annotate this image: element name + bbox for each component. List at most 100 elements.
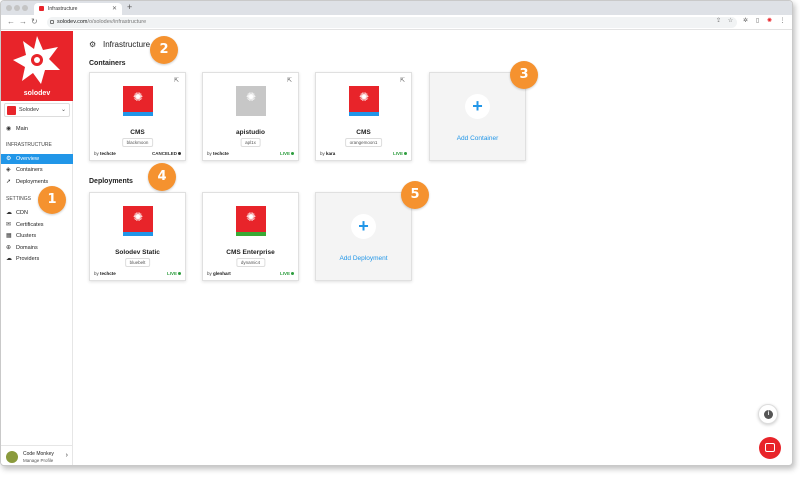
solodev-star-icon: ✺ <box>245 210 257 224</box>
solodev-favicon-icon <box>39 6 44 11</box>
sidebar-item-containers[interactable]: ◈ Containers <box>1 165 73 175</box>
status-badge: LIVE <box>280 151 294 156</box>
tab-bar: Infrastructure ✕ + <box>1 1 792 15</box>
main-content: ⚙ Infrastructure Containers ⇱ ✺ CMS blac… <box>74 31 792 465</box>
sidebar-item-label: Overview <box>16 156 39 162</box>
add-container-button[interactable]: + Add Container <box>429 72 526 161</box>
thumbnail-band <box>236 232 266 236</box>
sidebar-toggle-icon[interactable]: ▯ <box>754 18 761 25</box>
address-bar-row: ← → ↻ solodev.com/o/solodev/infrastructu… <box>1 15 792 30</box>
chat-icon <box>765 443 775 452</box>
new-tab-icon[interactable]: + <box>127 2 132 12</box>
thumbnail-band <box>123 232 153 236</box>
browser-menu-icon[interactable]: ⋮ <box>779 18 786 25</box>
main-icon: ◉ <box>6 126 12 132</box>
window-minimize-dot[interactable] <box>14 5 20 11</box>
container-tag: orangemoon1 <box>344 138 383 147</box>
chevron-right-icon: › <box>65 452 68 459</box>
profile-menu[interactable]: Code Monkey Manage Profile › <box>1 445 73 465</box>
browser-tab[interactable]: Infrastructure ✕ <box>34 3 122 15</box>
sidebar-item-domains[interactable]: ⊕ Domains <box>1 243 73 253</box>
container-name: apistudio <box>236 129 265 136</box>
url-host: solodev.com <box>57 19 88 25</box>
callout-badge: 3 <box>510 61 538 89</box>
share-icon[interactable]: ⇪ <box>715 18 722 25</box>
deployment-tag: bluebelt <box>124 258 151 267</box>
container-card[interactable]: ⇱ ✺ apistudio apl1x by techcte LIVE <box>202 72 299 161</box>
external-link-icon[interactable]: ⇱ <box>174 77 179 84</box>
solodev-star-icon: ✺ <box>132 210 144 224</box>
url-path: /o/solodev/infrastructure <box>87 19 147 25</box>
status-badge: LIVE <box>167 271 181 276</box>
sidebar-item-clusters[interactable]: ▦ Clusters <box>1 231 73 241</box>
container-thumbnail: ✺ <box>349 86 379 116</box>
tab-title: Infrastructure <box>48 6 78 12</box>
deployment-author: by glenhart <box>207 271 231 276</box>
sidebar-item-deployments[interactable]: ➚ Deployments <box>1 177 73 187</box>
window-maximize-dot[interactable] <box>22 5 28 11</box>
container-thumbnail: ✺ <box>123 86 153 116</box>
window-close-dot[interactable] <box>6 5 12 11</box>
sidebar-item-overview[interactable]: ⚙ Overview <box>1 154 73 164</box>
globe-icon: ⊕ <box>6 245 12 251</box>
back-icon[interactable]: ← <box>7 17 15 26</box>
deployments-heading: Deployments <box>89 178 133 185</box>
external-link-icon[interactable]: ⇱ <box>287 77 292 84</box>
profile-name: Code Monkey <box>23 451 54 457</box>
container-author: by techcte <box>207 151 229 156</box>
section-heading-infrastructure: INFRASTRUCTURE <box>6 142 52 148</box>
solodev-extension-icon[interactable]: ✺ <box>766 18 773 25</box>
chat-button[interactable] <box>759 437 781 459</box>
manage-profile-link[interactable]: Manage Profile <box>23 458 53 463</box>
status-badge: CANCELED <box>152 151 181 156</box>
deployment-name: CMS Enterprise <box>226 249 275 256</box>
deployment-thumbnail: ✺ <box>236 206 266 236</box>
deployment-card[interactable]: ✺ CMS Enterprise dynamic4 by glenhart LI… <box>202 192 299 281</box>
add-deployment-label: Add Deployment <box>339 255 388 262</box>
plus-icon: + <box>351 214 376 239</box>
container-tag: apl1x <box>240 138 261 147</box>
callout-badge: 2 <box>150 36 178 64</box>
deployment-author: by techcte <box>94 271 116 276</box>
info-icon: i <box>764 410 773 419</box>
organization-select[interactable]: Solodev ⌄ <box>4 103 70 117</box>
gear-icon: ⚙ <box>6 156 12 162</box>
add-deployment-button[interactable]: + Add Deployment <box>315 192 412 281</box>
sidebar-item-main[interactable]: ◉ Main <box>1 124 73 134</box>
external-link-icon[interactable]: ⇱ <box>400 77 405 84</box>
forward-icon[interactable]: → <box>19 17 27 26</box>
thumbnail-band <box>349 112 379 116</box>
sidebar-item-certificates[interactable]: ✉ Certificates <box>1 220 73 230</box>
solodev-star-icon: ✺ <box>358 90 370 104</box>
callout-badge: 4 <box>148 163 176 191</box>
container-card[interactable]: ⇱ ✺ CMS orangemoon1 by kara LIVE <box>315 72 412 161</box>
container-thumbnail: ✺ <box>236 86 266 116</box>
thumbnail-band <box>123 112 153 116</box>
sidebar-item-label: Domains <box>16 245 38 251</box>
certificate-icon: ✉ <box>6 222 12 228</box>
url-field[interactable]: solodev.com/o/solodev/infrastructure <box>47 17 737 28</box>
sidebar-item-label: Containers <box>16 167 43 173</box>
page-title: Infrastructure <box>103 40 151 49</box>
deployment-card[interactable]: ✺ Solodev Static bluebelt by techcte LIV… <box>89 192 186 281</box>
section-heading-settings: SETTINGS <box>6 196 32 202</box>
deployment-thumbnail: ✺ <box>123 206 153 236</box>
cluster-icon: ▦ <box>6 233 12 239</box>
status-badge: LIVE <box>393 151 407 156</box>
extensions-icon[interactable]: ✲ <box>742 18 749 25</box>
organization-logo-icon <box>7 106 16 115</box>
sidebar-item-label: Main <box>16 126 28 132</box>
sidebar-item-providers[interactable]: ☁ Providers <box>1 254 73 264</box>
info-button[interactable]: i <box>758 404 778 424</box>
deployment-tag: dynamic4 <box>235 258 266 267</box>
cube-icon: ◈ <box>6 167 11 173</box>
brand-logo[interactable]: solodev <box>1 31 73 101</box>
cloud-icon: ☁ <box>6 210 12 216</box>
bookmark-star-icon[interactable]: ☆ <box>727 18 734 25</box>
tab-close-icon[interactable]: ✕ <box>112 5 117 12</box>
sidebar-item-label: Clusters <box>16 233 37 239</box>
container-card[interactable]: ⇱ ✺ CMS blackmoon by techcte CANCELED <box>89 72 186 161</box>
reload-icon[interactable]: ↻ <box>31 17 38 26</box>
sidebar-item-label: CDN <box>16 210 28 216</box>
container-name: CMS <box>130 129 145 136</box>
